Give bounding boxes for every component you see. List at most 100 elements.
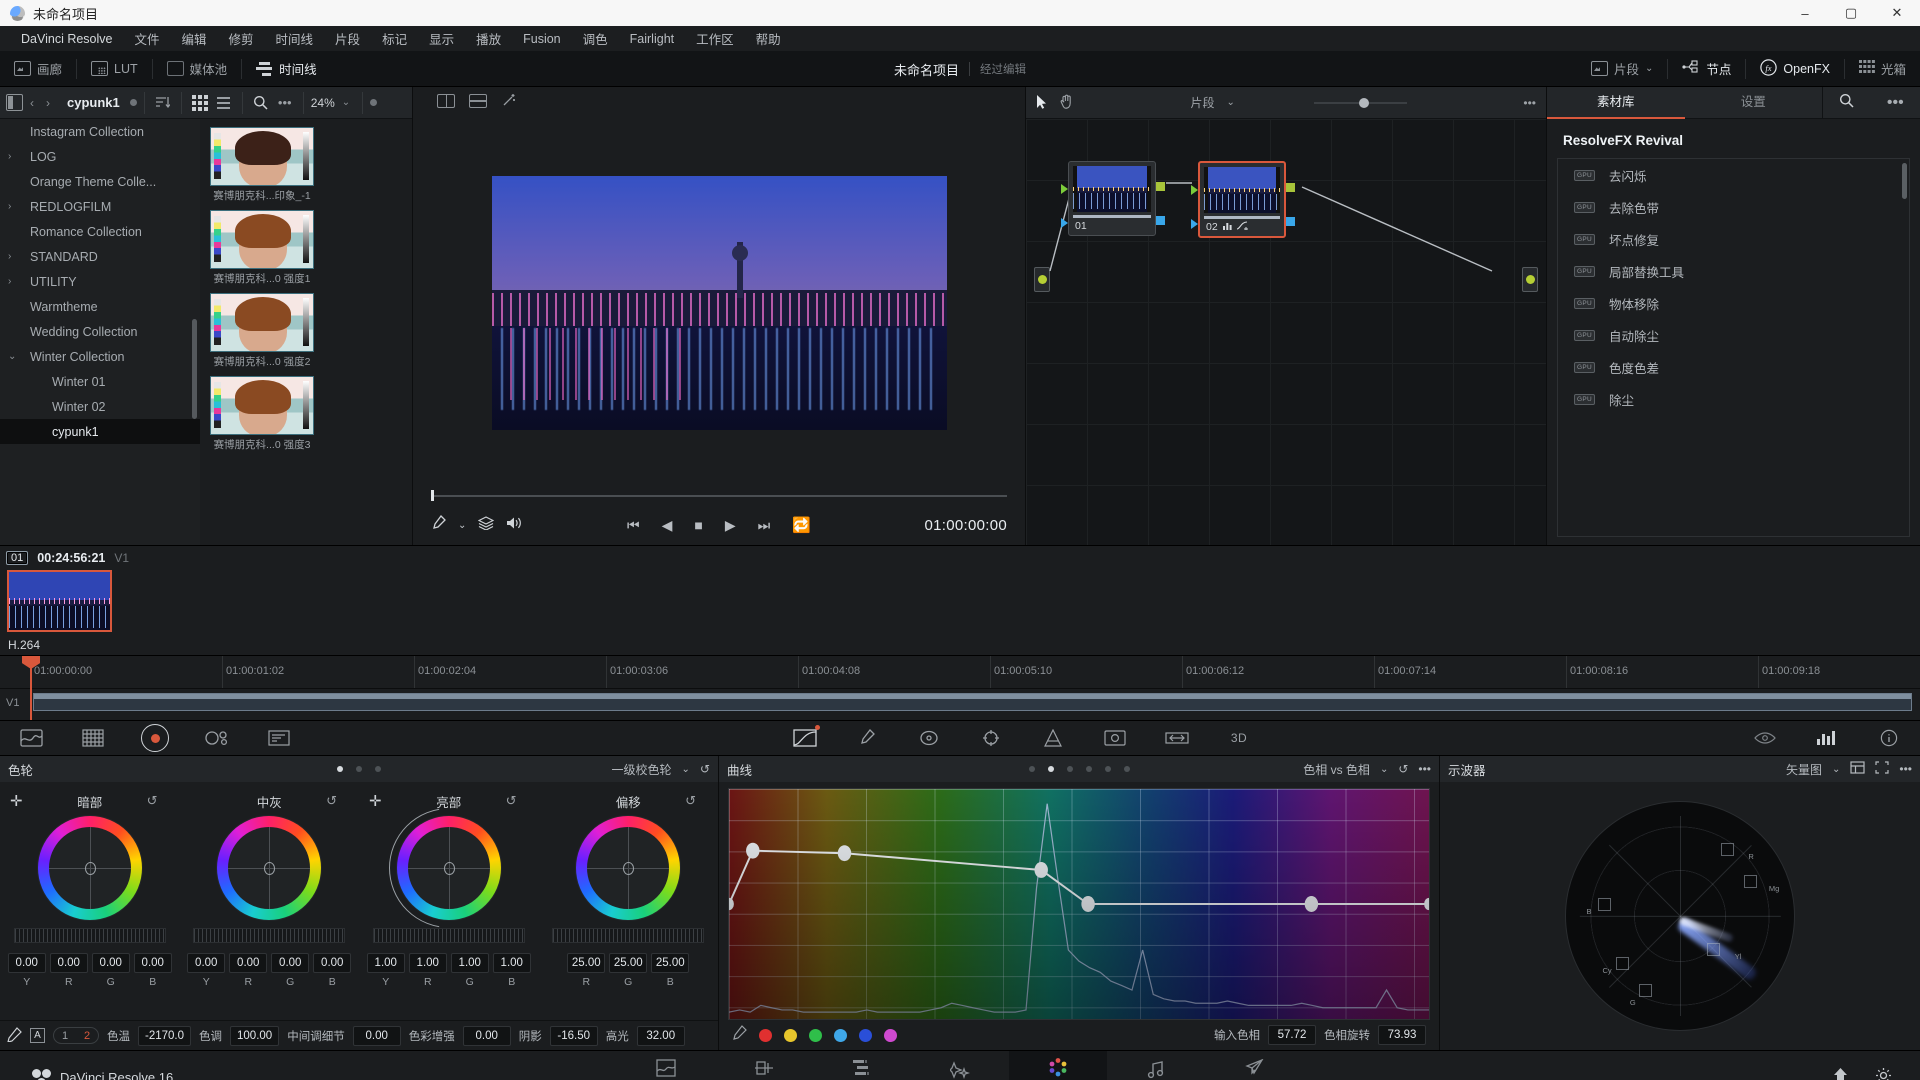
more-options-icon[interactable]: ••• [274,92,296,114]
page-button-deliver[interactable]: 交付 [1205,1051,1303,1080]
chevron-down-icon[interactable]: ⌄ [1380,764,1388,775]
fx-scrollbar[interactable] [1902,163,1907,199]
wheel-field-value[interactable]: 32.00 [636,1025,685,1046]
gallery-tree-item[interactable]: › STANDARD [0,244,200,269]
play-button[interactable]: ▶ [725,517,736,534]
wheel-slider[interactable] [13,928,166,943]
first-frame-button[interactable]: ⏮ [627,517,640,534]
wheel-value-input[interactable]: 0.00 [133,953,172,973]
page-button-edit[interactable]: 剪辑 [813,1051,911,1080]
curves-reset-icon[interactable]: ↺ [1398,762,1408,776]
menu-item-playback[interactable]: 播放 [465,29,512,48]
magic-wand-icon[interactable] [501,92,517,111]
wheel-slider[interactable] [552,928,705,943]
curve-color-swatch[interactable] [759,1028,772,1042]
info-icon[interactable] [1858,720,1920,756]
camera-raw-icon[interactable] [62,720,124,756]
wheel-value-input[interactable]: 25.00 [651,953,690,973]
blur-icon[interactable] [1022,720,1084,756]
node-canvas[interactable]: 01 02 [1026,119,1546,545]
chevron-right-icon[interactable]: › [8,251,24,262]
split-view-icon[interactable] [437,94,455,108]
wheel-field-value[interactable]: 100.00 [230,1025,280,1046]
menu-item-workspace[interactable]: 工作区 [685,29,745,48]
chevron-right-icon[interactable]: › [8,151,24,162]
wheel-value-input[interactable]: 0.00 [271,953,310,973]
chevron-down-icon[interactable]: ⌄ [1227,97,1235,108]
node-01[interactable]: 01 [1061,161,1165,236]
node-more-options-icon[interactable]: ••• [1523,96,1536,110]
wheel-value-input[interactable]: 0.00 [91,953,130,973]
raw-panel-icon[interactable] [248,720,310,756]
toolbar-clip-button[interactable]: 片段 ⌄ [1577,51,1667,87]
node-blue-output-port[interactable] [1156,216,1165,225]
color-wheel[interactable] [217,816,322,920]
menu-item-edit[interactable]: 编辑 [171,29,218,48]
page-button-color[interactable]: 调色 [1009,1050,1107,1080]
fx-list-item[interactable]: GPU 坏点修复 [1558,223,1909,255]
gallery-tree-scrollbar[interactable] [192,319,197,419]
key-icon[interactable] [1084,720,1146,756]
chevron-down-icon[interactable]: ⌄ [1832,764,1840,775]
gallery-tree-item[interactable]: › UTILITY [0,269,200,294]
wheel-value-input[interactable]: 0.00 [313,953,352,973]
wheel-field-value[interactable]: -2170.0 [138,1025,192,1046]
chevron-right-icon[interactable]: › [8,201,24,212]
page-button-fairlight[interactable]: Fairlight [1107,1051,1205,1080]
menu-item-color[interactable]: 调色 [572,29,619,48]
wheel-value-input[interactable]: 1.00 [450,953,489,973]
qualifier-icon[interactable] [836,720,898,756]
page-button-cut[interactable]: 快编 [715,1051,813,1080]
lut-browser-icon[interactable] [0,720,62,756]
gallery-tree-item[interactable]: Orange Theme Colle... [0,169,200,194]
wheel-page-tab[interactable]: 2 [76,1028,98,1043]
wheel-value-input[interactable]: 0.00 [49,953,88,973]
list-view-icon[interactable] [213,92,235,114]
wheel-value-input[interactable]: 1.00 [408,953,447,973]
fx-list-item[interactable]: GPU 物体移除 [1558,287,1909,319]
grid-view-icon[interactable] [189,92,211,114]
wheel-value-input[interactable]: 25.00 [609,953,648,973]
gallery-tree-item[interactable]: Wedding Collection [0,319,200,344]
scrubber-handle[interactable] [431,490,434,501]
color-wheel[interactable] [37,816,142,920]
timeline-clip-bar[interactable] [33,693,1912,711]
gallery-tree-item[interactable]: Romance Collection [0,219,200,244]
sort-icon[interactable] [152,92,174,114]
gallery-tree-item[interactable]: cypunk1 [0,419,200,444]
wheel-value-input[interactable]: 25.00 [567,953,606,973]
stop-button[interactable]: ■ [694,517,702,533]
wheel-field-value[interactable]: 0.00 [352,1025,401,1046]
wheel-reset-icon[interactable]: ↺ [506,793,517,809]
menu-item-fairlight[interactable]: Fairlight [619,32,685,46]
scopes-expand-icon[interactable] [1875,761,1889,777]
menu-item-file[interactable]: 文件 [123,29,170,48]
wheel-value-input[interactable]: 0.00 [229,953,268,973]
viewer-scrubber[interactable] [413,490,1025,505]
gallery-tree-item[interactable]: Winter 02 [0,394,200,419]
more-options-icon[interactable]: ••• [1887,94,1904,112]
curve-field-value[interactable]: 57.72 [1268,1025,1316,1045]
curve-color-swatch[interactable] [884,1028,897,1042]
loop-button[interactable]: 🔁 [792,516,811,534]
tab-library[interactable]: 素材库 [1547,87,1685,119]
scrubber-track[interactable] [431,490,1007,501]
curves-more-options-icon[interactable]: ••• [1418,762,1431,776]
wheel-reset-icon[interactable]: ↺ [326,793,337,809]
nav-forward-icon[interactable]: › [41,96,55,110]
close-button[interactable]: ✕ [1874,0,1920,26]
zoom-level[interactable]: 24% [311,96,335,110]
toolbar-lut-button[interactable]: LUT [77,51,152,87]
tracker-icon[interactable] [960,720,1022,756]
wheel-reset-icon[interactable]: ↺ [147,793,158,809]
sidebar-toggle-icon[interactable] [6,94,23,111]
search-icon[interactable] [250,92,272,114]
node-blue-input-port[interactable] [1061,218,1068,228]
gallery-still[interactable]: 赛博朋克科...0 强度1 [210,210,314,286]
menu-item-mark[interactable]: 标记 [371,29,418,48]
toolbar-openfx-button[interactable]: fx OpenFX [1746,51,1844,87]
power-window-icon[interactable] [898,720,960,756]
gallery-tree-item[interactable]: Warmtheme [0,294,200,319]
node-blue-output-port[interactable] [1286,217,1295,226]
curve-field-value[interactable]: 73.93 [1378,1025,1426,1045]
